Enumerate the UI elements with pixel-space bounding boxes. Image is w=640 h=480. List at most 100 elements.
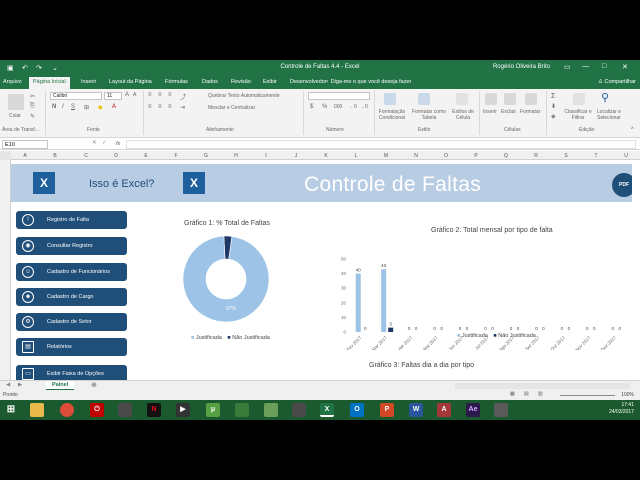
excel-taskbar-icon[interactable]: X xyxy=(320,403,334,417)
page-break-view-icon[interactable]: ▥ xyxy=(538,391,543,397)
add-sheet-icon[interactable]: ⊕ xyxy=(91,381,97,389)
column-header[interactable]: P xyxy=(466,153,486,159)
powerpoint-icon[interactable]: P xyxy=(380,403,394,417)
find-icon[interactable]: ⚲ xyxy=(601,91,609,104)
nav-cadastro-funcionarios-button[interactable]: ☺ Cadastro de Funcionários xyxy=(16,263,127,281)
cancel-icon[interactable]: ✕ xyxy=(92,140,97,146)
next-sheet-icon[interactable]: ▶ xyxy=(18,382,22,388)
cell-styles-button[interactable]: Estilos de Célula xyxy=(449,109,477,121)
column-header[interactable]: I xyxy=(256,153,276,159)
insert-cells-icon[interactable] xyxy=(485,93,497,105)
cut-icon[interactable]: ✂ xyxy=(30,93,35,100)
minimize-icon[interactable]: — xyxy=(582,63,589,70)
app-icon[interactable] xyxy=(494,403,508,417)
column-header[interactable]: G xyxy=(196,153,216,159)
fill-icon[interactable]: ⬇ xyxy=(551,103,556,110)
font-size-field[interactable]: 11 xyxy=(104,92,122,100)
fill-color-icon[interactable]: ◆ xyxy=(98,104,103,111)
autosum-icon[interactable]: Σ xyxy=(551,93,555,100)
orientation-icon[interactable]: ⤴ xyxy=(180,92,186,101)
comma-style-icon[interactable]: 000 xyxy=(334,104,342,110)
format-as-table-icon[interactable] xyxy=(418,93,430,105)
tab-inserir[interactable]: Inserir xyxy=(81,79,96,85)
number-format-field[interactable] xyxy=(308,92,370,100)
underline-icon[interactable]: S xyxy=(71,104,75,110)
row-headers[interactable] xyxy=(0,160,11,380)
access-icon[interactable]: A xyxy=(437,403,451,417)
format-as-table-button[interactable]: Formatar como Tabela xyxy=(410,109,448,121)
tab-dados[interactable]: Dados xyxy=(202,79,218,85)
accounting-format-icon[interactable]: $ xyxy=(310,104,313,110)
column-header[interactable]: S xyxy=(556,153,576,159)
column-header[interactable]: B xyxy=(45,153,65,159)
tell-me-search[interactable]: ♀ Diga-me o que você deseja fazer xyxy=(325,79,411,85)
font-name-field[interactable]: Calibri xyxy=(50,92,102,100)
column-header[interactable]: M xyxy=(376,153,396,159)
align-center-icon[interactable]: ≡ xyxy=(158,104,162,110)
nav-consultar-registro-button[interactable]: ◉ Consultar Registro xyxy=(16,237,127,255)
enter-icon[interactable]: ✓ xyxy=(102,140,107,146)
copy-icon[interactable]: ⎘ xyxy=(30,103,35,110)
column-header[interactable]: N xyxy=(406,153,426,159)
column-header[interactable]: J xyxy=(286,153,306,159)
maximize-icon[interactable]: □ xyxy=(602,63,606,70)
cell-styles-icon[interactable] xyxy=(456,93,468,105)
zoom-slider[interactable] xyxy=(560,395,615,396)
align-middle-icon[interactable]: ≡ xyxy=(158,92,162,98)
app-icon[interactable] xyxy=(235,403,249,417)
find-select-button[interactable]: Localizar e Selecionar xyxy=(592,109,626,121)
grow-font-icon[interactable]: A xyxy=(125,92,129,98)
insert-cells-button[interactable]: Inserir xyxy=(483,109,497,115)
delete-cells-button[interactable]: Excluir xyxy=(501,109,516,115)
ribbon-display-options-icon[interactable]: ▭ xyxy=(564,63,571,71)
increase-decimal-icon[interactable]: ←0 xyxy=(349,104,357,110)
column-header[interactable]: H xyxy=(226,153,246,159)
column-header[interactable]: Q xyxy=(496,153,516,159)
video-icon[interactable]: ▶ xyxy=(176,403,190,417)
zoom-level[interactable]: 100% xyxy=(621,392,634,398)
worksheet[interactable]: X Isso é Excel? X Controle de Faltas PDF… xyxy=(11,160,632,380)
tab-exibir[interactable]: Exibir xyxy=(263,79,277,85)
select-all-corner[interactable] xyxy=(0,151,11,160)
italic-icon[interactable]: I xyxy=(62,104,64,110)
conditional-formatting-button[interactable]: Formatação Condicional xyxy=(376,109,408,121)
borders-icon[interactable]: ⊞ xyxy=(84,104,89,111)
torrent-icon[interactable]: μ xyxy=(206,403,220,417)
file-explorer-icon[interactable] xyxy=(30,403,44,417)
insert-function-icon[interactable]: fx xyxy=(116,141,120,147)
collapse-ribbon-icon[interactable]: ^ xyxy=(631,127,634,133)
column-header[interactable]: T xyxy=(586,153,606,159)
delete-cells-icon[interactable] xyxy=(504,93,516,105)
windows-start-icon[interactable]: ⊞ xyxy=(4,403,18,417)
indent-icon[interactable]: ⇥ xyxy=(180,104,185,111)
nav-cadastro-cargo-button[interactable]: ☻ Cadastro de Cargo xyxy=(16,288,127,306)
column-header[interactable]: O xyxy=(436,153,456,159)
column-header[interactable]: E xyxy=(136,153,156,159)
align-left-icon[interactable]: ≡ xyxy=(148,104,152,110)
column-header[interactable]: K xyxy=(316,153,336,159)
column-header[interactable]: C xyxy=(76,153,96,159)
horizontal-scrollbar[interactable] xyxy=(455,383,630,389)
close-icon[interactable]: ✕ xyxy=(622,63,628,71)
bold-icon[interactable]: N xyxy=(52,104,56,110)
format-cells-button[interactable]: Formatar xyxy=(520,109,540,115)
column-header[interactable]: R xyxy=(526,153,546,159)
tab-desenvolvedor[interactable]: Desenvolvedor xyxy=(290,79,327,85)
chrome-icon[interactable] xyxy=(60,403,74,417)
align-bottom-icon[interactable]: ≡ xyxy=(168,92,172,98)
share-button[interactable]: ♙ Compartilhar xyxy=(598,79,636,85)
sort-filter-icon[interactable] xyxy=(573,93,585,105)
chart1-pie[interactable]: 3% 97% xyxy=(181,232,281,322)
bar-justificada[interactable] xyxy=(355,273,361,332)
normal-view-icon[interactable]: ▦ xyxy=(510,391,515,397)
nav-registro-falta-button[interactable]: ! Registro de Falta xyxy=(16,211,127,229)
column-header[interactable]: U xyxy=(616,153,636,159)
formula-input[interactable] xyxy=(126,140,636,149)
pdf-export-button[interactable]: PDF xyxy=(612,173,632,197)
paste-icon[interactable] xyxy=(8,94,24,110)
page-layout-view-icon[interactable]: ▤ xyxy=(524,391,529,397)
align-top-icon[interactable]: ≡ xyxy=(148,92,152,98)
tab-formulas[interactable]: Fórmulas xyxy=(165,79,188,85)
name-box[interactable]: E10 xyxy=(2,140,48,149)
user-name[interactable]: Rogério Oliveira Brito xyxy=(493,64,550,70)
